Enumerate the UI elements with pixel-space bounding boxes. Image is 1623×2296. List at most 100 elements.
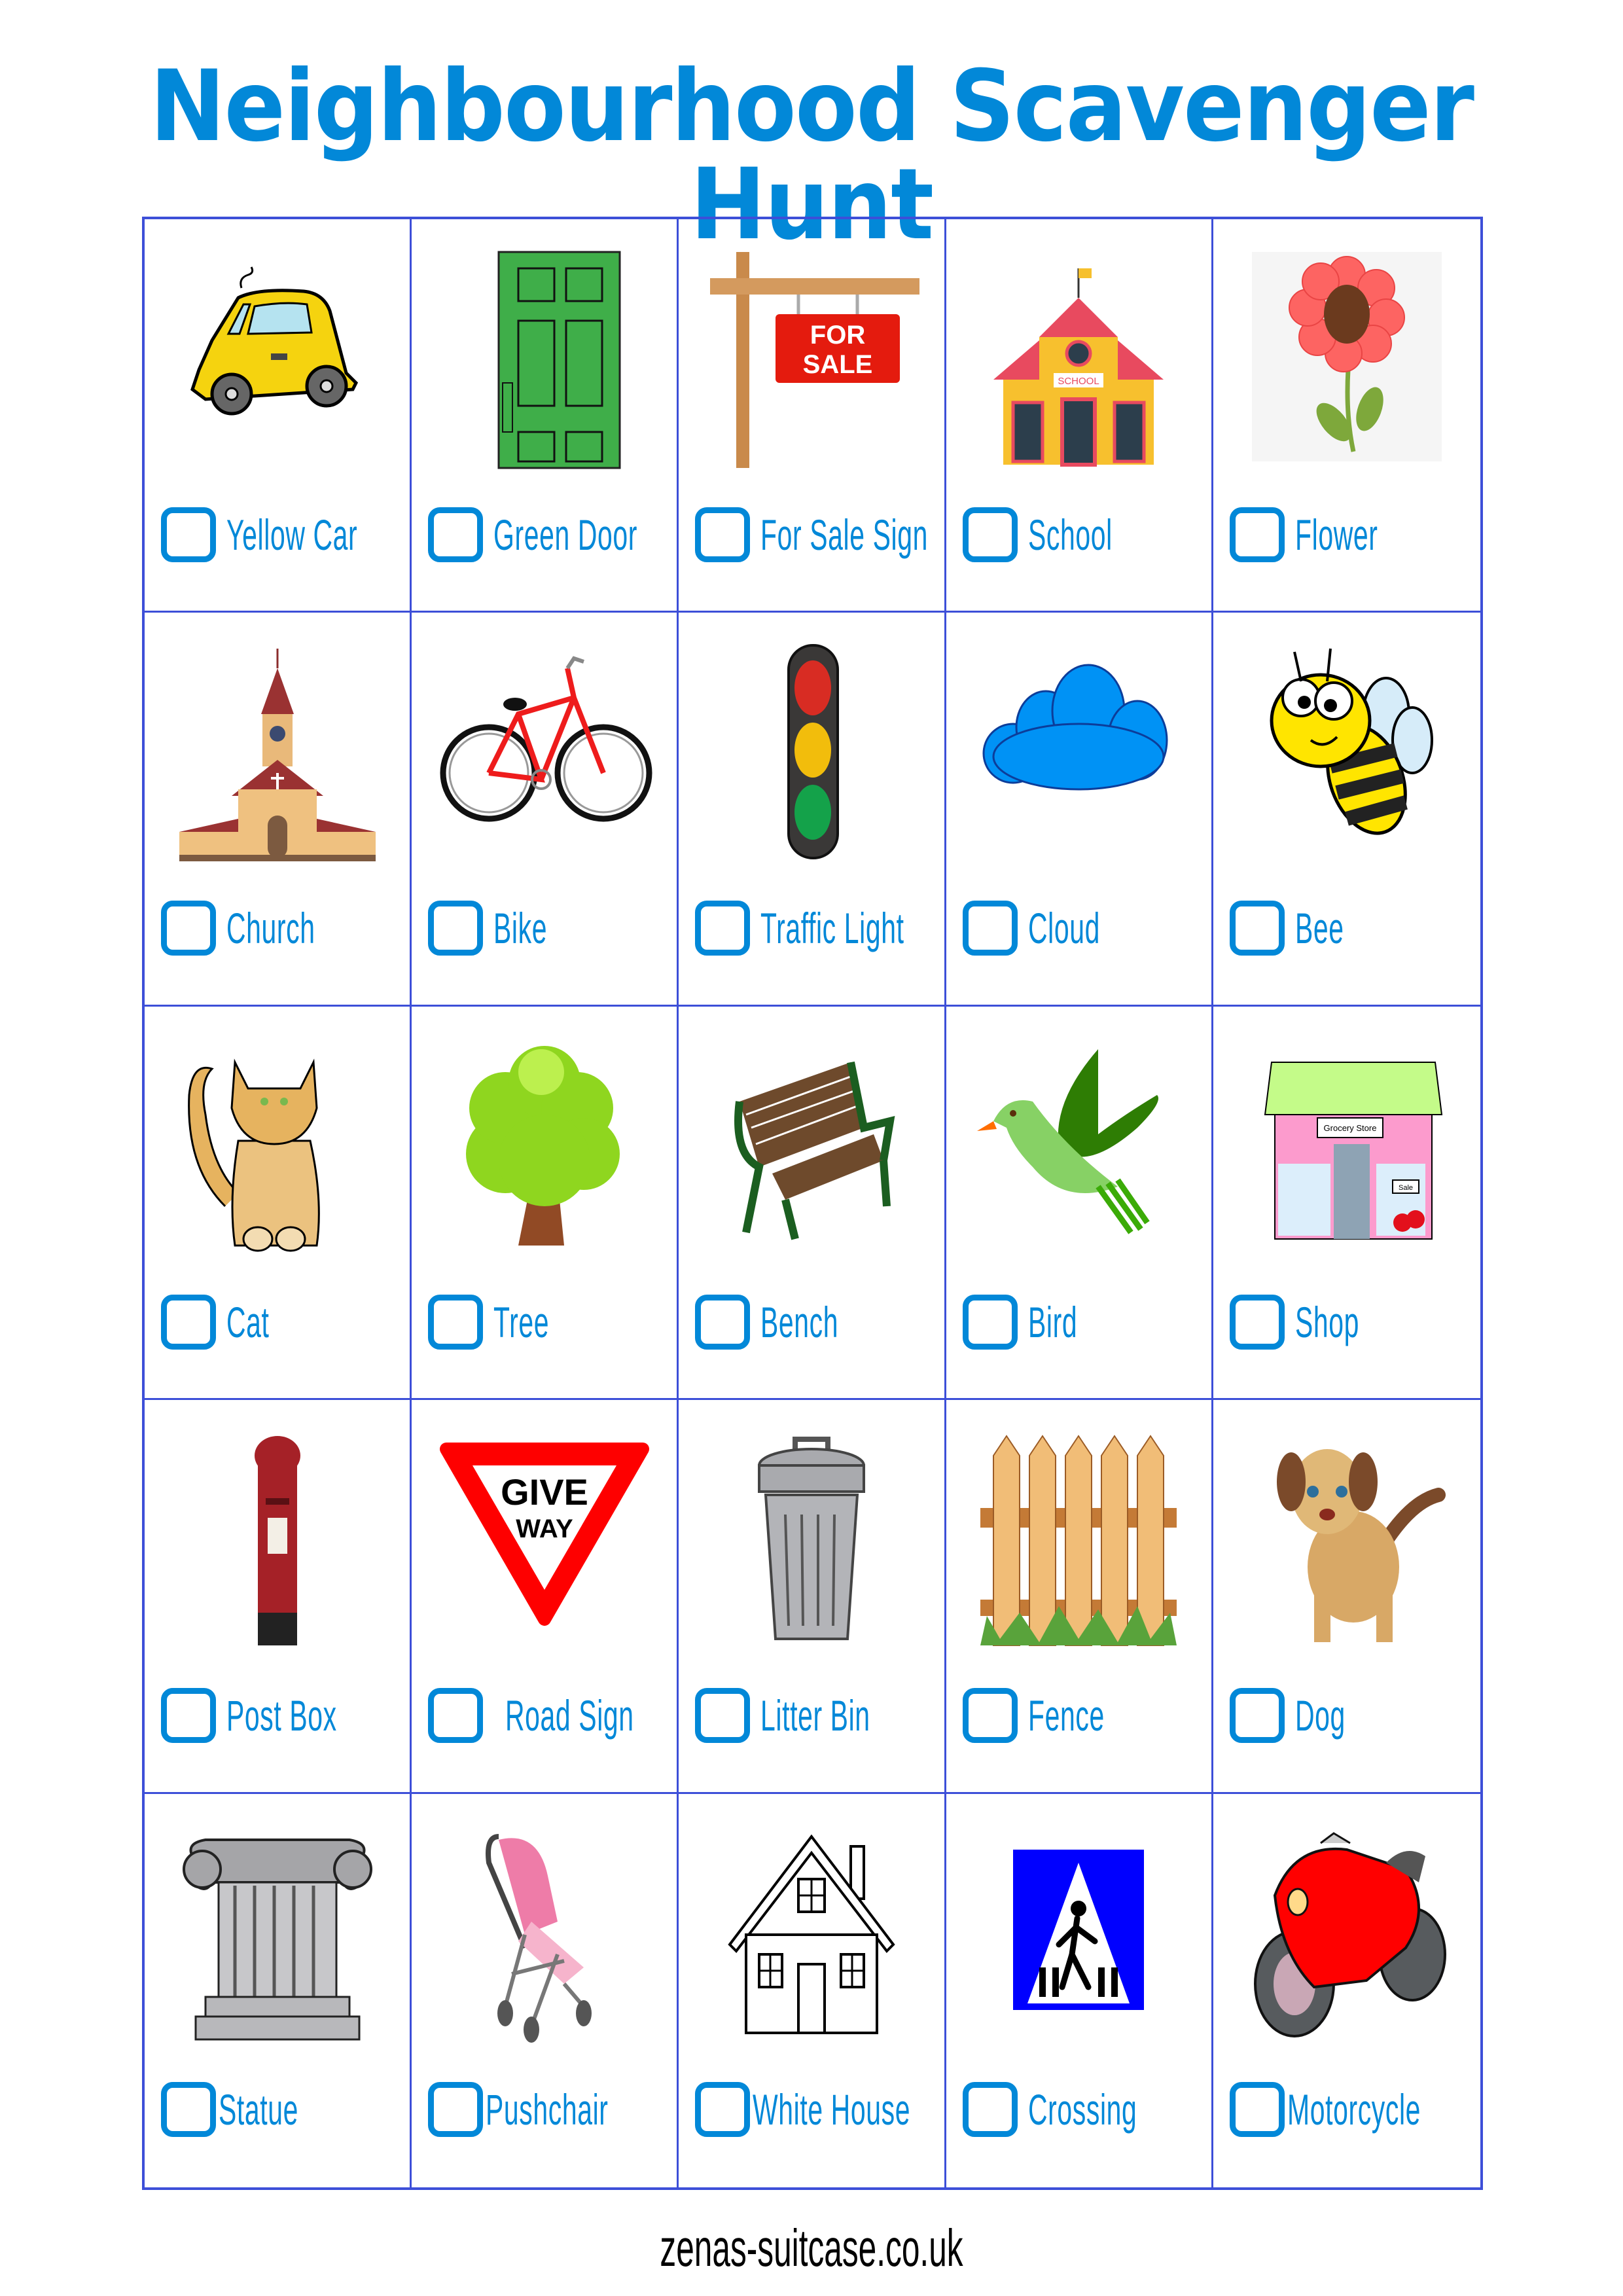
- checkbox[interactable]: [695, 1688, 751, 1744]
- checkbox[interactable]: [161, 1688, 216, 1744]
- litter-bin-icon: [757, 1437, 865, 1641]
- item-label: Bee: [1294, 904, 1344, 953]
- hunt-item-row: Dog: [1229, 1688, 1376, 1744]
- checkbox[interactable]: [428, 901, 484, 956]
- checkbox[interactable]: [695, 1294, 751, 1350]
- item-label: Flower: [1294, 511, 1378, 559]
- checkbox[interactable]: [962, 1688, 1018, 1744]
- item-label: Bike: [493, 904, 548, 953]
- checkbox[interactable]: [161, 507, 216, 562]
- checkbox[interactable]: [962, 507, 1018, 562]
- item-label: Statue: [219, 2085, 299, 2134]
- tree-icon: [465, 1045, 620, 1246]
- hunt-item-row: Shop: [1229, 1294, 1399, 1350]
- hunt-item-row: Motorcycle: [1229, 2081, 1503, 2137]
- shop-sign-text: Grocery Store: [1323, 1123, 1376, 1133]
- checkbox[interactable]: [428, 1688, 484, 1744]
- give-way-text-line-1: GIVE: [501, 1471, 588, 1513]
- hunt-item-shop: Grocery Store Sale Shop: [1213, 1007, 1480, 1401]
- hunt-item-tree: Tree: [412, 1006, 679, 1401]
- hunt-item-crossing: Crossing: [946, 1793, 1213, 2187]
- hunt-item-row: Church: [161, 901, 370, 956]
- checkbox[interactable]: [1229, 2081, 1285, 2137]
- hunt-item-white-house: White House: [679, 1793, 946, 2187]
- hunt-item-post-box: Post Box: [145, 1400, 412, 1794]
- item-label: School: [1027, 511, 1113, 559]
- hunt-item-row: Tree: [428, 1294, 583, 1350]
- hunt-item-row: Post Box: [161, 1688, 404, 1744]
- for-sale-text-line-2: SALE: [803, 350, 873, 379]
- hunt-item-row: Yellow Car: [161, 507, 438, 562]
- checkbox[interactable]: [695, 507, 751, 562]
- crossing-icon: [1013, 1849, 1145, 2010]
- item-label: Crossing: [1027, 2085, 1137, 2134]
- checkbox[interactable]: [1229, 901, 1285, 956]
- hunt-item-row: Road Sign: [428, 1688, 713, 1744]
- item-label: Traffic Light: [760, 904, 904, 953]
- hunt-item-row: School: [962, 507, 1164, 562]
- motorcycle-icon: [1253, 1831, 1446, 2037]
- footer-website: zenas-suitcase.co.uk: [660, 2219, 963, 2277]
- checkbox[interactable]: [428, 2081, 484, 2137]
- hunt-item-bench: Bench: [679, 1006, 946, 1401]
- checkbox[interactable]: [161, 1294, 216, 1350]
- green-door-icon: [497, 251, 621, 469]
- checkbox[interactable]: [428, 507, 484, 562]
- item-label: Shop: [1294, 1297, 1359, 1346]
- hunt-item-yellow-car: Yellow Car: [145, 219, 412, 613]
- hunt-item-row: Litter Bin: [695, 1688, 937, 1744]
- hunt-item-dog: Dog: [1213, 1400, 1480, 1794]
- road-sign-icon: GIVE WAY: [439, 1443, 649, 1626]
- item-label: Green Door: [493, 511, 638, 559]
- hunt-item-row: Cat: [161, 1294, 296, 1350]
- checkbox[interactable]: [428, 1294, 484, 1350]
- scavenger-grid: Yellow Car Green Door FOR SALE For Sale …: [142, 217, 1483, 2190]
- hunt-item-pushchair: Pushchair: [412, 1793, 679, 2187]
- traffic-light-icon: [787, 644, 839, 860]
- hunt-item-litter-bin: Litter Bin: [679, 1400, 946, 1794]
- checkbox[interactable]: [962, 2081, 1018, 2137]
- hunt-item-cloud: Cloud: [946, 613, 1213, 1007]
- hunt-item-row: Cloud: [962, 901, 1144, 956]
- checkbox[interactable]: [962, 901, 1018, 956]
- item-label: Motorcycle: [1287, 2085, 1421, 2134]
- cat-icon: [187, 1058, 320, 1252]
- item-label: For Sale Sign: [760, 511, 929, 559]
- item-label: Bench: [760, 1297, 839, 1346]
- checkbox[interactable]: [695, 2081, 751, 2137]
- checkbox[interactable]: [161, 901, 216, 956]
- hunt-item-green-door: Green Door: [412, 219, 679, 613]
- item-label: Road Sign: [505, 1691, 634, 1740]
- item-label: Litter Bin: [760, 1691, 871, 1740]
- hunt-item-statue: Statue: [145, 1793, 412, 2187]
- for-sale-text-line-1: FOR: [810, 321, 866, 350]
- item-label: Dog: [1294, 1691, 1346, 1740]
- bike-icon: [440, 656, 652, 822]
- checkbox[interactable]: [1229, 1688, 1285, 1744]
- hunt-item-row: Pushchair: [428, 2081, 684, 2137]
- item-label: White House: [753, 2085, 911, 2134]
- give-way-text-line-2: WAY: [516, 1515, 573, 1543]
- item-label: Yellow Car: [226, 511, 358, 559]
- item-label: Post Box: [226, 1691, 337, 1740]
- checkbox[interactable]: [695, 901, 751, 956]
- item-label: Church: [226, 904, 315, 953]
- checkbox[interactable]: [1229, 1294, 1285, 1350]
- checkbox[interactable]: [962, 1294, 1018, 1350]
- hunt-item-row: Bee: [1229, 901, 1374, 956]
- post-box-icon: [254, 1436, 300, 1646]
- item-label: Fence: [1027, 1691, 1105, 1740]
- hunt-item-fence: Fence: [946, 1400, 1213, 1794]
- shop-icon: Grocery Store Sale: [1264, 1061, 1443, 1240]
- checkbox[interactable]: [161, 2081, 216, 2137]
- white-house-icon: [728, 1834, 895, 2034]
- school-sign-text: SCHOOL: [1058, 376, 1099, 387]
- dog-icon: [1276, 1449, 1446, 1643]
- hunt-item-road-sign: GIVE WAY Road Sign: [412, 1400, 679, 1794]
- bench-icon: [734, 1061, 895, 1240]
- hunt-item-row: Crossing: [962, 2081, 1204, 2137]
- bird-icon: [977, 1049, 1159, 1234]
- item-label: Bird: [1027, 1297, 1077, 1346]
- hunt-item-motorcycle: Motorcycle: [1213, 1794, 1480, 2187]
- checkbox[interactable]: [1229, 507, 1285, 562]
